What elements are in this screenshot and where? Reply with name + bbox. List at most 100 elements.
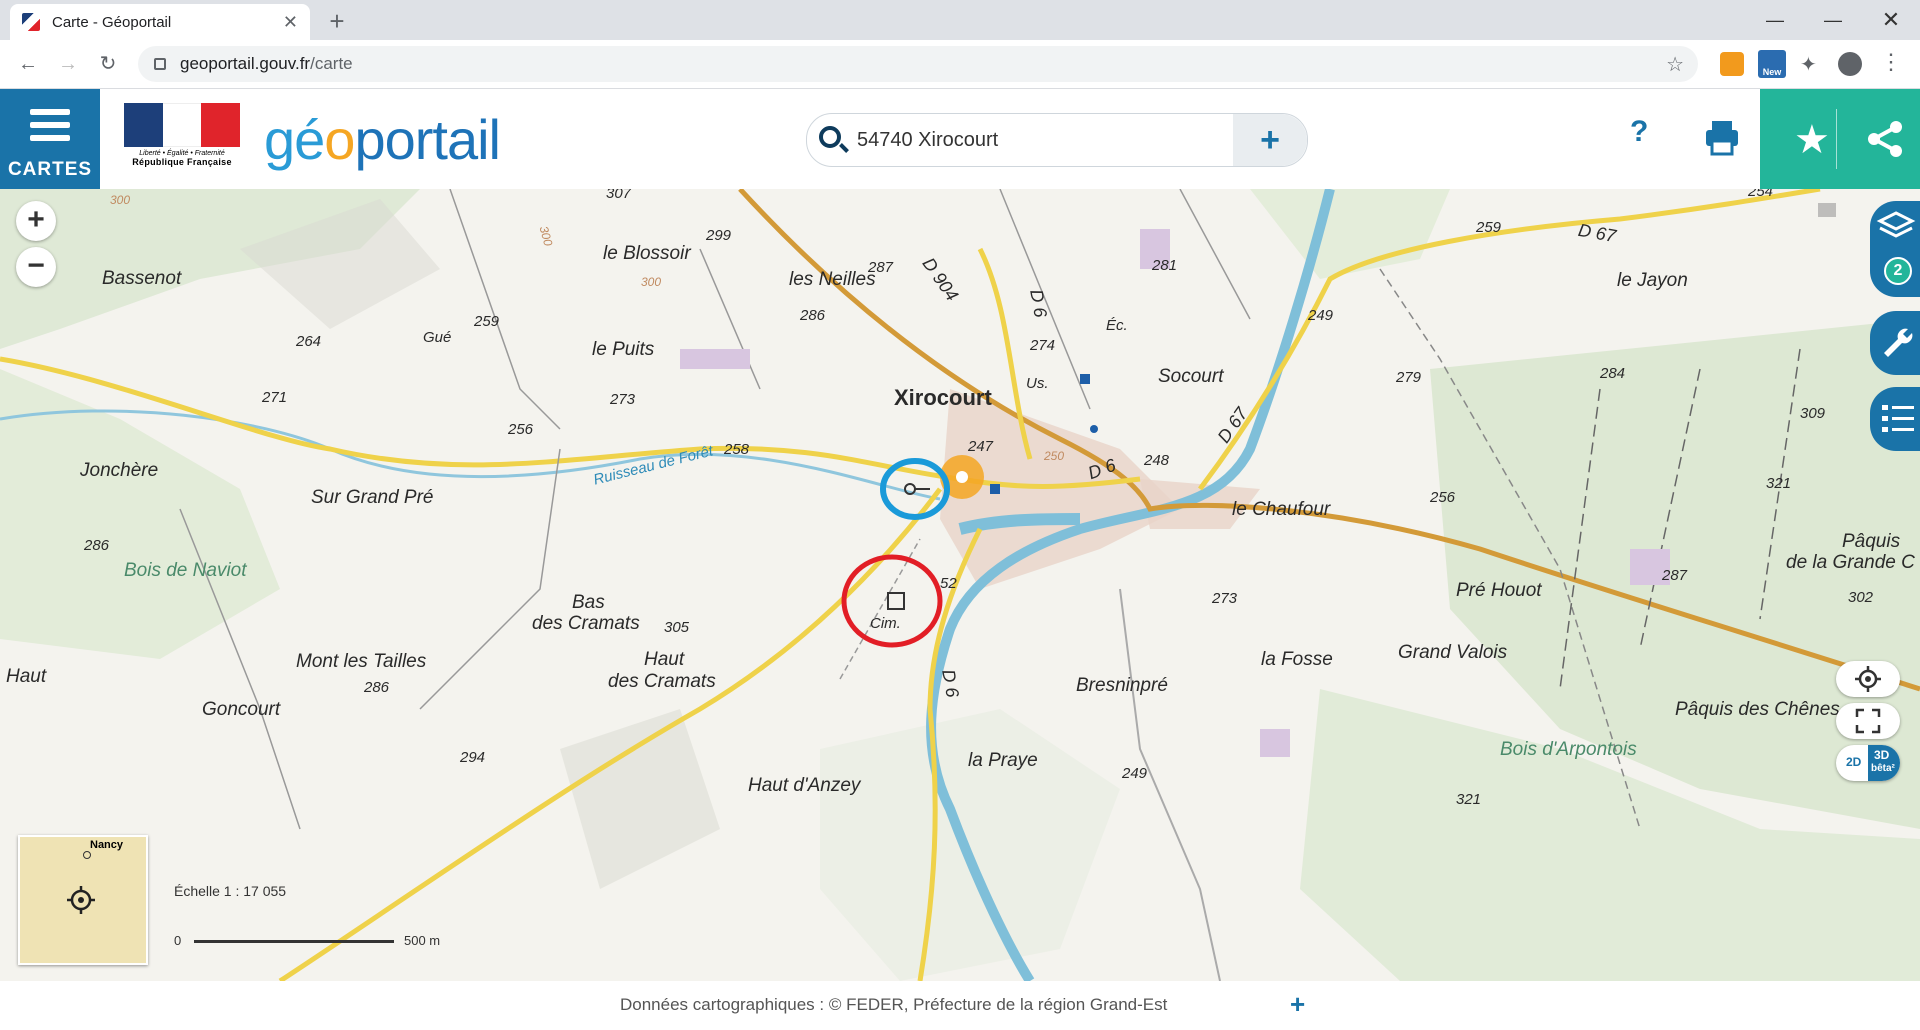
extension-icon[interactable] bbox=[1720, 52, 1744, 76]
elevation-label: 309 bbox=[1800, 405, 1826, 422]
marianne-motto: Liberté • Égalité • Fraternité bbox=[139, 150, 225, 157]
profile-avatar-icon[interactable] bbox=[1838, 52, 1862, 76]
layers-icon bbox=[1876, 211, 1916, 238]
elevation-label: 273 bbox=[1212, 590, 1238, 607]
elevation-label: 250 bbox=[1044, 449, 1065, 463]
new-tab-button[interactable]: + bbox=[322, 6, 352, 36]
new-extension-icon[interactable]: New bbox=[1758, 50, 1786, 78]
map-label: Grand Valois bbox=[1398, 642, 1508, 663]
city-dot-icon bbox=[83, 851, 91, 859]
map-label-town: Xirocourt bbox=[894, 385, 992, 410]
search-input[interactable] bbox=[855, 124, 1199, 156]
scale-ratio: Échelle 1 : 17 055 bbox=[174, 883, 287, 899]
close-tab-icon[interactable]: ✕ bbox=[283, 12, 298, 33]
elevation-label: 284 bbox=[1600, 365, 1626, 382]
bookmark-star-icon[interactable]: ☆ bbox=[1666, 52, 1684, 77]
expand-icon bbox=[1855, 708, 1881, 734]
print-icon[interactable] bbox=[1702, 117, 1742, 157]
elevation-label: 300 bbox=[641, 275, 662, 289]
zoom-in-button[interactable]: + bbox=[16, 201, 56, 241]
elevation-label: 307 bbox=[606, 189, 632, 202]
minimize-icon bbox=[1805, 0, 1863, 40]
elevation-label: 287 bbox=[1662, 567, 1688, 584]
map-label: Pâquis des Chênes bbox=[1675, 699, 1840, 720]
scale-end: 500 m bbox=[404, 933, 441, 948]
divider bbox=[1836, 109, 1837, 169]
tab-title: Carte - Géoportail bbox=[52, 13, 172, 31]
geoportail-header: CARTES Liberté • Égalité • Fraternité Ré… bbox=[0, 89, 1920, 189]
elevation-label: 259 bbox=[1476, 219, 1502, 236]
map-label: Cim. bbox=[870, 615, 901, 632]
elevation-label: 321 bbox=[1766, 475, 1792, 492]
map-label: de la Grande C bbox=[1786, 552, 1915, 573]
elevation-label: 273 bbox=[610, 391, 636, 408]
map-label: le Puits bbox=[592, 339, 655, 360]
share-icon[interactable] bbox=[1866, 119, 1906, 159]
hamburger-icon bbox=[30, 109, 70, 148]
map-view[interactable]: le Blossoir les Neilles le Puits Basseno… bbox=[0, 189, 1920, 981]
minimap-city-label: Nancy bbox=[90, 839, 124, 851]
list-icon bbox=[1882, 405, 1914, 432]
menu-label: CARTES bbox=[7, 159, 93, 180]
cartes-menu-button[interactable]: CARTES bbox=[0, 89, 100, 189]
zoom-out-button[interactable]: − bbox=[16, 247, 56, 287]
geolocate-button[interactable] bbox=[1836, 661, 1900, 697]
tools-button[interactable] bbox=[1870, 311, 1920, 375]
elevation-label: 249 bbox=[1122, 765, 1148, 782]
elevation-label: 271 bbox=[262, 389, 288, 406]
attribution-more-button[interactable]: + bbox=[1290, 989, 1305, 1020]
elevation-label: 256 bbox=[1430, 489, 1456, 506]
elevation-label: 286 bbox=[84, 537, 110, 554]
elevation-label: 264 bbox=[296, 333, 322, 350]
map-label: Jonchère bbox=[80, 460, 159, 481]
search-icon[interactable] bbox=[819, 126, 841, 148]
map-label: Haut bbox=[644, 649, 685, 670]
map-label: le Chaufour bbox=[1232, 499, 1331, 520]
favorites-star-icon[interactable]: ★ bbox=[1794, 117, 1830, 163]
more-menu-icon[interactable]: ⋮ bbox=[1880, 50, 1904, 74]
map-label: les Neilles bbox=[789, 269, 876, 290]
wrench-icon bbox=[1884, 328, 1913, 357]
overview-minimap[interactable]: Nancy bbox=[18, 835, 148, 965]
map-background bbox=[0, 189, 1920, 981]
view-3d-label[interactable]: 3D bbox=[1874, 748, 1889, 762]
close-window-button[interactable]: ✕ bbox=[1862, 0, 1920, 40]
elevation-label: 274 bbox=[1030, 337, 1056, 354]
browser-tabbar: Carte - Géoportail ✕ + — ✕ bbox=[0, 0, 1920, 40]
map-label: Bresninpré bbox=[1076, 675, 1168, 696]
view-2d-3d-toggle[interactable]: 2D 3D bêta² bbox=[1836, 745, 1900, 781]
attribution-text: Données cartographiques : © FEDER, Préfe… bbox=[620, 995, 1168, 1014]
favorites-share-block: ★ bbox=[1760, 89, 1920, 189]
advanced-search-button[interactable]: + bbox=[1233, 114, 1307, 166]
map-label: Us. bbox=[1026, 375, 1049, 392]
browser-tab[interactable]: Carte - Géoportail ✕ bbox=[10, 4, 310, 40]
elevation-label: 247 bbox=[968, 438, 994, 455]
back-arrow-icon[interactable]: ← bbox=[14, 50, 42, 78]
geoportail-logo[interactable]: géoportail bbox=[264, 107, 501, 172]
map-label: Pâquis bbox=[1842, 531, 1901, 552]
address-bar[interactable]: geoportail.gouv.fr/carte ☆ bbox=[138, 46, 1698, 82]
location-target-icon bbox=[67, 886, 95, 914]
map-label: Bassenot bbox=[102, 268, 182, 289]
favicon-icon bbox=[22, 13, 40, 31]
view-2d-label[interactable]: 2D bbox=[1846, 755, 1861, 769]
map-label: le Blossoir bbox=[603, 243, 691, 264]
map-label: Goncourt bbox=[202, 699, 281, 720]
elevation-label: 294 bbox=[460, 749, 486, 766]
reload-icon[interactable]: ↻ bbox=[94, 50, 122, 78]
elevation-label: 299 bbox=[706, 227, 732, 244]
help-button[interactable]: ? bbox=[1630, 115, 1648, 149]
map-scale: Échelle 1 : 17 055 0 500 m bbox=[174, 883, 464, 953]
scale-zero: 0 bbox=[174, 933, 182, 948]
layers-button[interactable]: 2 bbox=[1870, 201, 1920, 297]
forward-arrow-icon[interactable]: → bbox=[54, 50, 82, 78]
elevation-label: 302 bbox=[1848, 589, 1874, 606]
fullscreen-button[interactable] bbox=[1836, 703, 1900, 739]
minimize-window-button[interactable]: — bbox=[1746, 0, 1804, 40]
elevation-label: 259 bbox=[474, 313, 500, 330]
puzzle-icon[interactable]: ✦ bbox=[1800, 52, 1824, 76]
map-label: Haut bbox=[6, 666, 47, 687]
legend-button[interactable] bbox=[1870, 387, 1920, 451]
search-box: + bbox=[806, 113, 1308, 167]
url-path: /carte bbox=[310, 54, 353, 73]
